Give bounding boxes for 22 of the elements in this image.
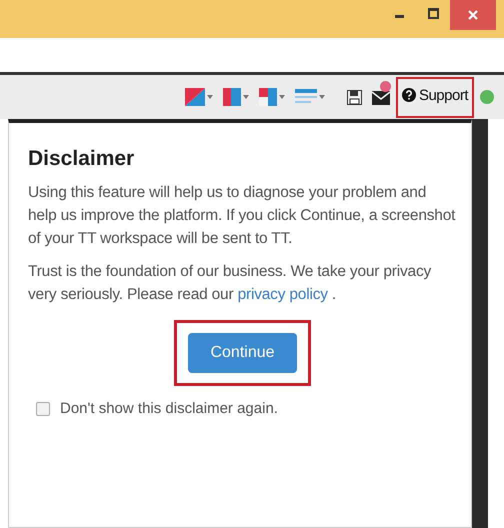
support-button[interactable]: Support bbox=[396, 76, 474, 118]
format-button[interactable] bbox=[222, 88, 249, 106]
save-icon[interactable] bbox=[346, 90, 362, 104]
checkbox-label: Don't show this disclaimer again. bbox=[60, 400, 278, 417]
format-button[interactable] bbox=[258, 88, 285, 106]
mail-icon[interactable] bbox=[372, 90, 390, 104]
close-icon bbox=[467, 9, 479, 21]
paragraph: Trust is the foundation of our business. We take your privacy very seriously. Please read our privacy policy . bbox=[28, 262, 432, 305]
notification-badge bbox=[380, 80, 391, 92]
checkbox[interactable] bbox=[36, 402, 50, 416]
continue-button[interactable]: Continue bbox=[188, 333, 297, 373]
caret-icon bbox=[318, 95, 325, 99]
caret-icon bbox=[278, 95, 285, 99]
format-button[interactable] bbox=[184, 88, 213, 106]
caret-icon bbox=[242, 95, 249, 99]
format-button[interactable] bbox=[294, 88, 325, 106]
privacy-link[interactable]: privacy policy bbox=[238, 286, 328, 303]
dialog-title: Disclaimer bbox=[28, 147, 136, 171]
close-button[interactable] bbox=[450, 0, 496, 30]
help-icon bbox=[402, 88, 416, 102]
caret-icon bbox=[206, 95, 213, 99]
paragraph: Using this feature will help us to diagnose your problem and help us improve the platform. If you click Continue, a screenshot of your TT workspace will be sent to TT. bbox=[28, 183, 456, 249]
